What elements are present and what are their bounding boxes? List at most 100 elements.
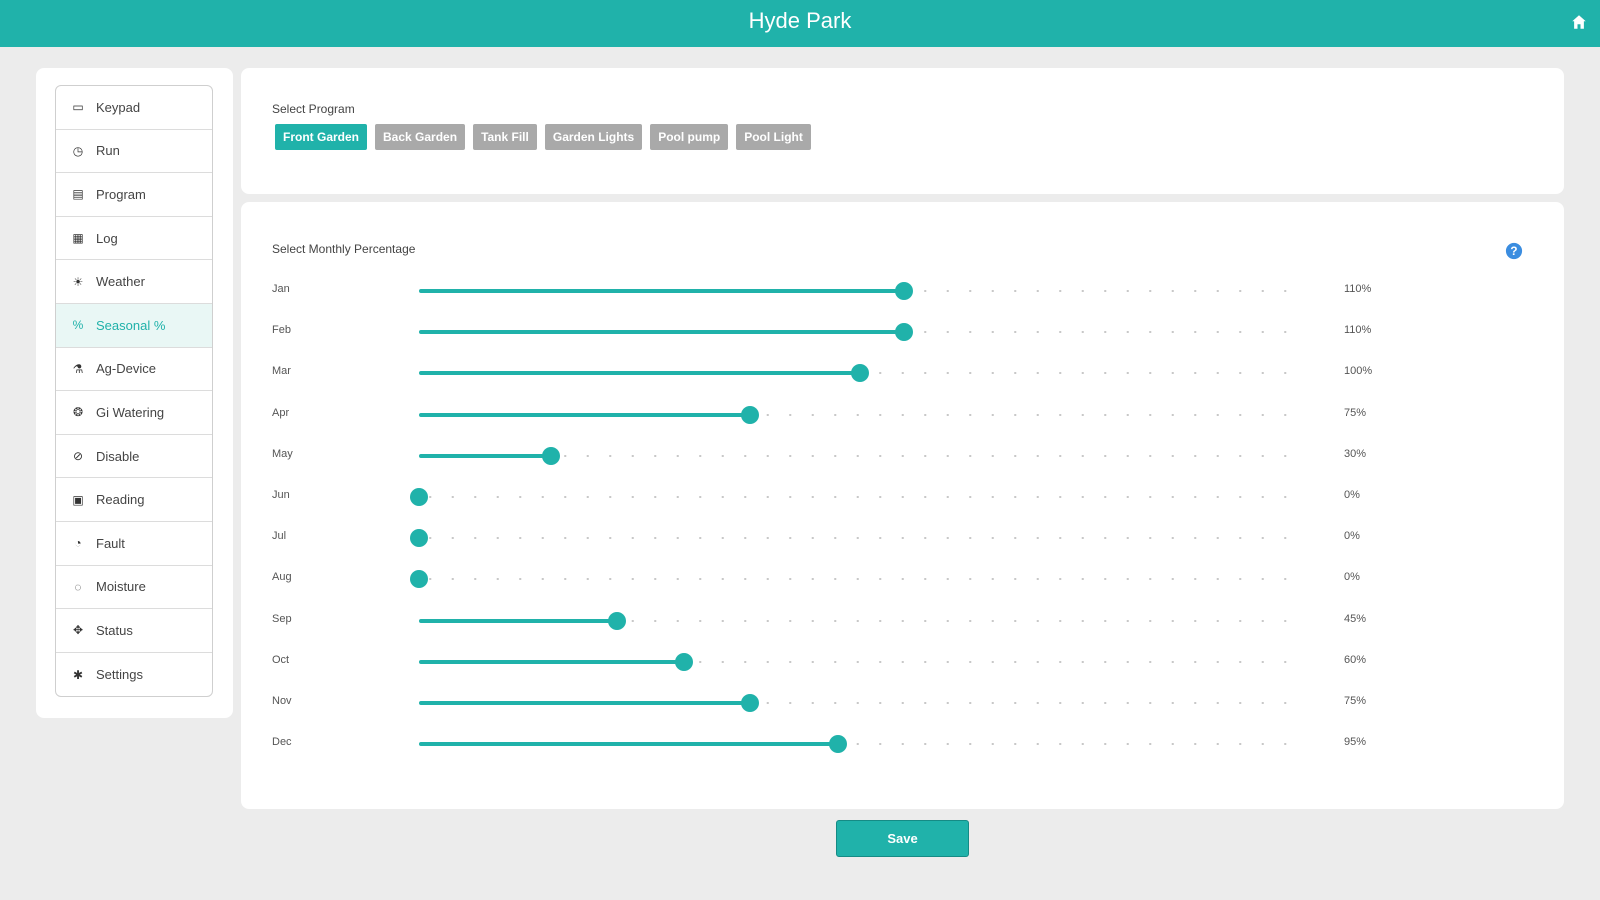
sidebar-item-program[interactable]: ▤ Program [56,173,212,217]
slider-track[interactable] [419,496,1301,498]
month-row-jul: Jul 0% [241,522,1564,552]
clock-icon: ◷ [72,143,84,158]
sidebar-item-label: Settings [96,667,143,683]
sidebar-item-weather[interactable]: ☀ Weather [56,260,212,304]
sidebar-item-label: Run [96,143,120,159]
sidebar-item-gi-watering[interactable]: ❂ Gi Watering [56,391,212,435]
month-label: Nov [272,695,292,707]
sidebar-item-label: Reading [96,492,145,508]
slider-thumb[interactable] [895,323,914,342]
month-label: Feb [272,324,291,337]
sidebar-item-moisture[interactable]: ◌ Moisture [56,566,212,610]
slider-thumb[interactable] [674,652,693,671]
help-icon[interactable]: ? [1505,242,1523,260]
month-row-jun: Jun 0% [241,481,1564,511]
slider-track[interactable] [419,578,1301,581]
slider-thumb[interactable] [410,488,428,506]
slider-fill [419,453,552,458]
month-row-sep: Sep 45% [241,605,1564,635]
sidebar-item-label: Gi Watering [96,404,165,420]
status-icon: ✥ [72,623,84,638]
gear-icon: ✱ [72,667,84,682]
percent-value: 110% [1344,283,1372,295]
month-row-nov: Nov 75% [241,687,1564,717]
percent-value: 60% [1344,653,1367,666]
slider-thumb[interactable] [895,282,914,300]
sidebar-item-fault[interactable]: ◔ Fault [56,522,212,566]
sidebar-item-settings[interactable]: ✱ Settings [56,653,212,697]
month-label: Mar [272,365,291,378]
slider-fill [419,701,750,705]
calendar-icon: ▤ [72,187,84,202]
sidebar-item-label: Moisture [96,579,146,595]
sidebar-item-reading[interactable]: ▣ Reading [56,478,212,522]
sidebar-item-label: Weather [96,274,145,290]
slider-thumb[interactable] [828,735,847,754]
sidebar-menu: ▭ Keypad ◷ Run ▤ Program ▦ Log ☀ Weather % Seasonal… [55,85,213,698]
disable-icon: ⊘ [72,449,84,464]
month-label: Jun [272,489,290,501]
slider-thumb[interactable] [851,364,869,383]
sun-icon: ☀ [72,274,84,289]
slider-thumb[interactable] [740,405,759,424]
seasonal-percentage-card: Select Monthly Percentage ? Jan 110% Feb 11… [241,202,1564,809]
month-label: Sep [272,612,292,625]
slider-thumb[interactable] [410,529,428,548]
sidebar-item-label: Log [96,230,118,246]
slider-thumb[interactable] [542,446,561,465]
reading-icon: ▣ [72,492,84,507]
percent-value: 110% [1344,324,1372,337]
sidebar-item-seasonal[interactable]: % Seasonal % [56,303,212,348]
monthly-percentage-label: Select Monthly Percentage [272,242,416,256]
month-label: Aug [272,571,292,584]
program-tab-back-garden[interactable]: Back Garden [375,124,466,150]
slider-fill [419,289,905,293]
month-label: Apr [272,406,290,419]
slider-thumb[interactable] [740,694,759,712]
sidebar-item-label: Disable [96,448,140,464]
flask-icon: ⚗ [72,361,84,376]
month-row-jan: Jan 110% [241,275,1564,305]
sidebar-item-status[interactable]: ✥ Status [56,609,212,653]
app-header: Hyde Park [0,0,1600,47]
fault-icon: ◔ [74,536,82,551]
month-row-may: May 30% [241,440,1564,470]
select-program-label: Select Program [272,102,355,116]
home-icon[interactable] [1570,13,1588,31]
page-title: Hyde Park [748,8,852,33]
sidebar-item-label: Status [96,622,133,638]
save-button[interactable]: Save [836,820,969,857]
sidebar-item-run[interactable]: ◷ Run [56,130,212,174]
program-tab-pool-light[interactable]: Pool Light [736,124,811,150]
slider-fill [419,742,838,747]
slider-thumb[interactable] [410,570,428,589]
slider-thumb[interactable] [608,611,627,630]
sidebar-item-log[interactable]: ▦ Log [56,217,212,261]
percent-value: 0% [1344,530,1360,543]
percent-value: 45% [1344,612,1367,625]
month-label: May [272,447,293,460]
month-row-feb: Feb 110% [241,316,1564,346]
slider-fill [419,659,684,664]
program-tab-tank-fill[interactable]: Tank Fill [473,124,537,150]
sidebar-item-label: Seasonal % [96,317,166,333]
percent-value: 0% [1344,571,1360,584]
sidebar-item-ag-device[interactable]: ⚗ Ag-Device [56,348,212,392]
month-row-dec: Dec 95% [241,728,1564,758]
sidebar-item-keypad[interactable]: ▭ Keypad [56,86,212,130]
sidebar-item-label: Ag-Device [96,361,156,377]
sidebar-item-label: Keypad [96,99,141,115]
month-row-apr: Apr 75% [241,399,1564,429]
program-tab-garden-lights[interactable]: Garden Lights [544,124,643,150]
month-row-mar: Mar 100% [241,357,1564,387]
program-tab-pool-pump[interactable]: Pool pump [650,124,729,150]
month-label: Jan [272,283,290,295]
svg-text:?: ? [1510,245,1517,258]
program-selector-card: Select Program Front Garden Back Garden Ta… [241,68,1564,194]
slider-track[interactable] [419,537,1301,540]
program-tab-front-garden[interactable]: Front Garden [275,124,368,150]
percent-value: 30% [1344,447,1367,460]
percent-value: 75% [1344,406,1367,419]
month-row-aug: Aug 0% [241,563,1564,593]
sidebar-item-disable[interactable]: ⊘ Disable [56,435,212,479]
